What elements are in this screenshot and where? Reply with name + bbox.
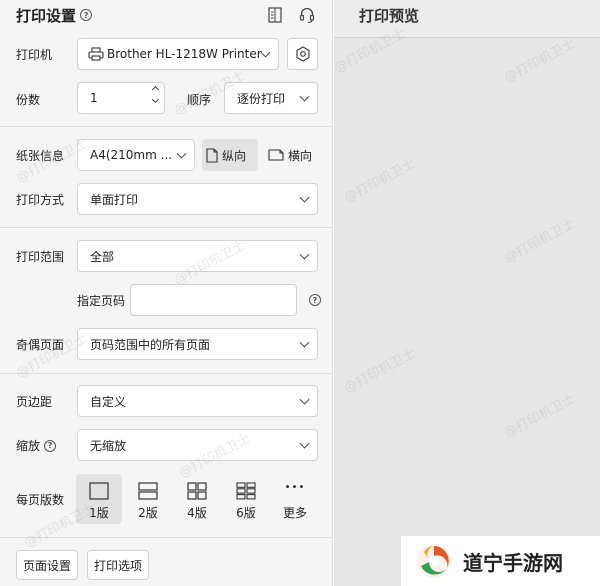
- paper-size-select[interactable]: A4(210mm ...: [77, 139, 195, 171]
- layout-option-label: 4版: [187, 506, 207, 520]
- print-range-select[interactable]: 全部: [77, 240, 318, 272]
- printer-select[interactable]: Brother HL-1218W Printer: [77, 38, 279, 70]
- scale-select[interactable]: 无缩放: [77, 429, 318, 461]
- pages-per-sheet-label: 每页版数: [16, 493, 65, 507]
- order-select-value: 逐份打印: [237, 91, 286, 106]
- portrait-button[interactable]: 纵向: [202, 139, 258, 171]
- printer-select-value: Brother HL-1218W Printer: [107, 47, 262, 61]
- landscape-label: 横向: [288, 148, 313, 163]
- copies-stepper[interactable]: 1: [77, 82, 165, 114]
- margin-label: 页边距: [16, 395, 53, 409]
- page-numbers-input[interactable]: [130, 284, 297, 316]
- one-up-layout-icon: [89, 482, 109, 500]
- paper-label: 纸张信息: [16, 149, 65, 163]
- printer-icon: [88, 47, 104, 61]
- landscape-button[interactable]: 横向: [264, 139, 320, 171]
- four-up-layout-icon: [187, 482, 207, 500]
- page-setup-button[interactable]: 页面设置: [16, 550, 78, 580]
- stepper-arrows[interactable]: [151, 85, 160, 104]
- hexagon-gear-icon: [295, 46, 310, 62]
- help-icon[interactable]: ?: [80, 9, 93, 21]
- chevron-down-icon: [299, 192, 310, 203]
- layout-option-label: 1版: [89, 506, 109, 520]
- margin-value: 自定义: [90, 394, 127, 409]
- chevron-down-icon: [176, 148, 187, 159]
- layout-2-up-option[interactable]: 2版: [125, 474, 171, 524]
- odd-even-value: 页码范围中的所有页面: [90, 337, 211, 352]
- preview-title: 打印预览: [359, 7, 420, 25]
- scale-label: 缩放: [16, 439, 41, 453]
- print-mode-label: 打印方式: [16, 193, 65, 207]
- portrait-page-icon: [206, 147, 218, 163]
- scale-value: 无缩放: [90, 438, 127, 453]
- scale-label-group: 缩放 ?: [16, 437, 57, 454]
- document-list-icon[interactable]: [266, 6, 284, 24]
- layout-1-up-option[interactable]: 1版: [76, 474, 122, 524]
- print-mode-select[interactable]: 单面打印: [77, 183, 318, 215]
- two-up-layout-icon: [138, 482, 158, 500]
- chevron-up-icon[interactable]: [151, 85, 160, 94]
- odd-even-select[interactable]: 页码范围中的所有页面: [77, 328, 318, 360]
- chevron-down-icon: [299, 438, 310, 449]
- preview-header: 打印预览: [334, 0, 600, 38]
- printer-settings-button[interactable]: [287, 38, 318, 70]
- print-options-button[interactable]: 打印选项: [87, 550, 149, 580]
- more-dots-icon: •••: [284, 482, 306, 493]
- odd-even-label: 奇偶页面: [16, 338, 65, 352]
- layout-6-up-option[interactable]: 6版: [223, 474, 269, 524]
- divider: [0, 126, 333, 127]
- print-range-value: 全部: [90, 249, 115, 264]
- divider: [0, 373, 333, 374]
- page-numbers-label: 指定页码: [77, 294, 126, 308]
- layout-option-label: 2版: [138, 506, 158, 520]
- print-range-label: 打印范围: [16, 250, 65, 264]
- divider: [0, 227, 333, 228]
- print-mode-value: 单面打印: [90, 192, 139, 207]
- help-icon[interactable]: ?: [309, 294, 321, 306]
- layout-4-up-option[interactable]: 4版: [174, 474, 220, 524]
- layout-more-option[interactable]: ••• 更多: [272, 474, 318, 524]
- chevron-down-icon[interactable]: [151, 95, 160, 104]
- divider: [0, 537, 333, 538]
- six-up-layout-icon: [236, 482, 256, 500]
- chevron-down-icon: [299, 394, 310, 405]
- print-settings-panel: 打印设置 ? 打印机 Brother HL-1218W Printer 份数 1: [0, 0, 333, 586]
- printer-label: 打印机: [16, 48, 53, 62]
- landscape-page-icon: [268, 149, 284, 161]
- help-icon[interactable]: ?: [44, 439, 57, 452]
- headset-support-icon[interactable]: [298, 6, 316, 24]
- order-label: 顺序: [187, 93, 212, 107]
- panel-title: 打印设置: [16, 6, 77, 25]
- portrait-label: 纵向: [222, 148, 247, 163]
- site-badge: 道宁手游网: [401, 536, 600, 586]
- swirl-logo-icon: [417, 544, 451, 578]
- margin-select[interactable]: 自定义: [77, 385, 318, 417]
- order-select[interactable]: 逐份打印: [224, 82, 318, 114]
- print-preview-pane: 打印预览: [334, 0, 600, 586]
- layout-option-label: 更多: [282, 506, 307, 520]
- chevron-down-icon: [260, 47, 271, 58]
- chevron-down-icon: [299, 249, 310, 260]
- copies-value: 1: [90, 91, 98, 105]
- paper-size-value: A4(210mm ...: [90, 148, 173, 162]
- chevron-down-icon: [299, 337, 310, 348]
- copies-label: 份数: [16, 93, 41, 107]
- layout-option-label: 6版: [236, 506, 256, 520]
- chevron-down-icon: [299, 91, 310, 102]
- site-badge-text: 道宁手游网: [463, 550, 563, 575]
- panel-header: 打印设置 ?: [16, 4, 93, 26]
